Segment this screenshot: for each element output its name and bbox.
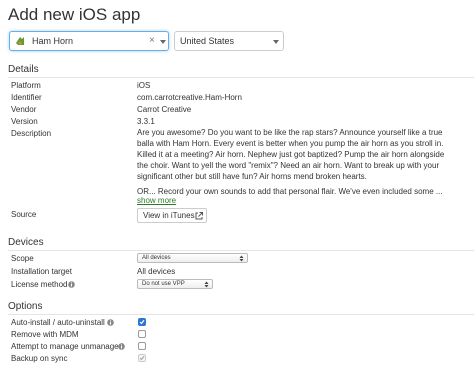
country-select-value: United States [180,36,235,46]
options-heading: Options [8,301,43,312]
backup-on-sync-checkbox [138,354,146,362]
info-icon[interactable] [107,319,114,326]
vendor-value: Carrot Creative [137,105,192,114]
version-value: 3.3.1 [137,117,155,126]
details-divider [8,77,474,78]
option-label: Auto-install / auto-uninstall [11,318,105,327]
installation-target-value: All devices [137,267,176,276]
devices-divider [8,250,474,251]
description-text: Are you awesome? Do you want to be like … [137,128,445,181]
view-in-itunes-button[interactable]: View in iTunes [137,208,207,223]
updown-arrows-icon [239,255,244,262]
details-heading: Details [8,64,39,75]
license-method-select[interactable]: Do not use VPP [137,279,213,289]
scope-select-value: All devices [142,255,171,261]
attempt-to-manage-checkbox[interactable] [138,342,146,350]
chevron-down-icon[interactable] [160,40,166,44]
scope-select[interactable]: All devices [137,253,248,263]
view-in-itunes-label: View in iTunes [143,211,195,220]
checkmark-icon [139,319,145,325]
auto-install-checkbox[interactable] [138,318,146,326]
vendor-label: Vendor [11,105,37,114]
installation-target-label: Installation target [11,267,72,276]
checkmark-icon [139,355,145,361]
options-divider [8,314,474,315]
clear-icon[interactable]: × [149,34,155,48]
license-method-select-value: Do not use VPP [142,281,185,287]
platform-value: iOS [137,81,151,90]
license-method-label: License method [11,280,68,289]
option-label: Backup on sync [11,354,68,363]
identifier-label: Identifier [11,93,42,102]
scope-label: Scope [11,254,34,263]
chevron-down-icon[interactable] [273,40,279,44]
platform-label: Platform [11,81,41,90]
info-icon[interactable] [118,343,125,350]
updown-arrows-icon [204,281,209,288]
page-title: Add new iOS app [8,5,141,24]
remove-with-mdm-checkbox[interactable] [138,330,146,338]
identifier-value: com.carrotcreative.Ham-Horn [137,93,242,102]
country-select[interactable]: United States [174,31,284,51]
option-label: Remove with MDM [11,330,79,339]
source-label: Source [11,210,37,219]
description-text-more: OR... Record your own sounds to add that… [137,187,443,196]
external-link-icon [195,212,203,220]
option-label: Attempt to manage unmanaged [11,342,124,351]
show-more-link[interactable]: show more [137,196,176,205]
version-label: Version [11,117,38,126]
devices-heading: Devices [8,237,44,248]
info-icon[interactable] [68,281,75,288]
app-select-value: Ham Horn [32,36,74,46]
app-icon [16,37,24,45]
app-select[interactable]: Ham Horn × [9,31,169,51]
add-ios-app-page: Add new iOS app Ham Horn × United States… [0,0,474,374]
description-label: Description [11,129,52,138]
